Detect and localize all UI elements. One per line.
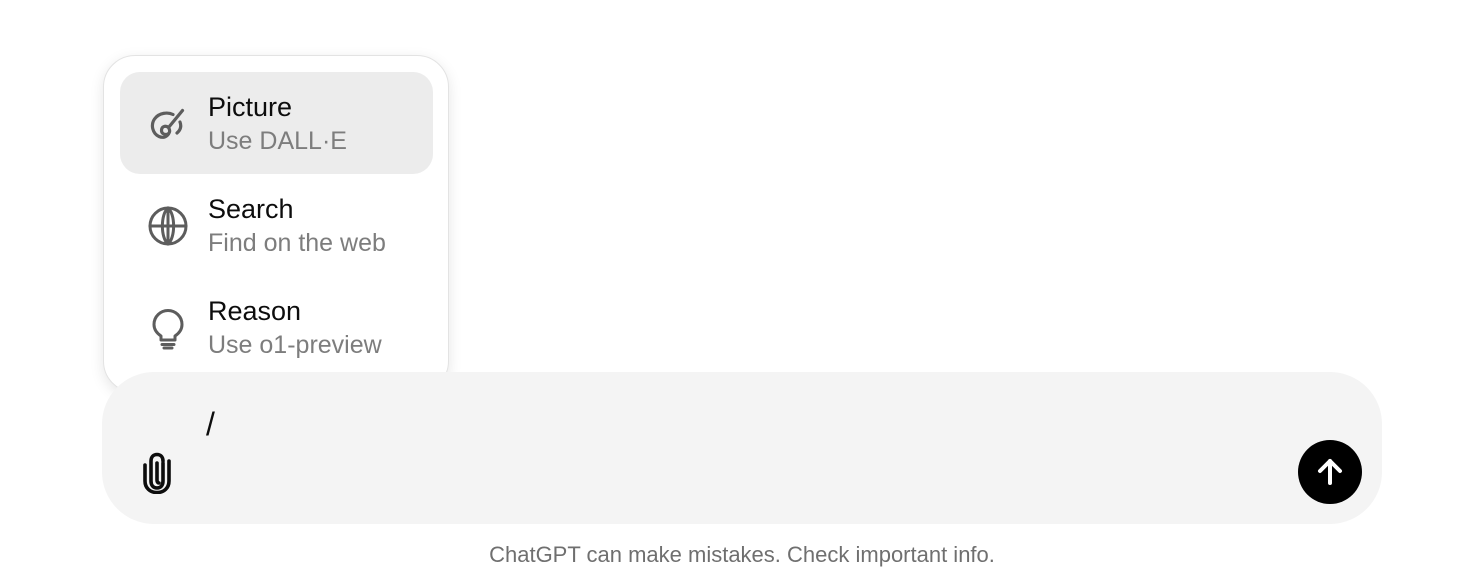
menu-item-subtitle: Use o1-preview	[208, 331, 382, 359]
menu-item-title: Picture	[208, 92, 293, 122]
attach-button[interactable]	[136, 450, 180, 494]
message-input[interactable]	[206, 404, 1206, 444]
send-button[interactable]	[1298, 440, 1362, 504]
arrow-up-icon	[1318, 459, 1342, 485]
menu-item-subtitle: Use DALL·E	[208, 127, 347, 155]
menu-item-subtitle: Find on the web	[208, 229, 386, 257]
menu-item-search[interactable]: Search Find on the web	[120, 174, 433, 276]
menu-item-title: Search	[208, 194, 294, 224]
menu-item-reason[interactable]: Reason Use o1-preview	[120, 276, 433, 378]
globe-icon	[146, 204, 190, 248]
disclaimer-text: ChatGPT can make mistakes. Check importa…	[489, 542, 995, 567]
lightbulb-icon	[146, 306, 190, 350]
menu-item-picture[interactable]: Picture Use DALL·E	[120, 72, 433, 174]
command-menu: Picture Use DALL·E Search Find on the we…	[103, 55, 449, 393]
menu-item-title: Reason	[208, 296, 302, 326]
message-composer	[102, 372, 1382, 524]
paint-brush-icon	[146, 102, 190, 146]
paperclip-icon	[143, 452, 171, 494]
